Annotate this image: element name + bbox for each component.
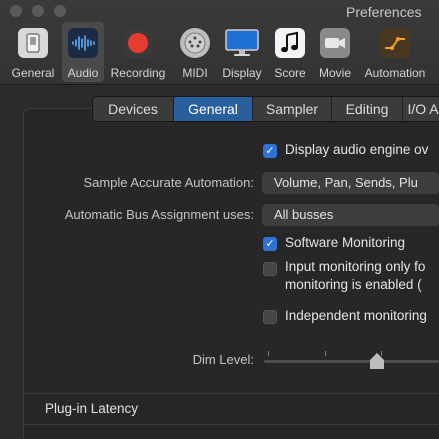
independent-monitoring-checkbox[interactable]: [263, 310, 277, 324]
dim-level-slider-knob[interactable]: [370, 353, 384, 369]
record-icon: [123, 28, 153, 58]
toolbar-item-audio[interactable]: Audio: [62, 22, 104, 82]
tab-io-assignments[interactable]: I/O A: [403, 97, 439, 121]
input-monitoring-label-line2: monitoring is enabled (: [285, 277, 422, 292]
display-audio-engine-checkbox[interactable]: ✓: [263, 144, 277, 158]
tab-bar: Devices General Sampler Editing I/O A: [92, 96, 439, 122]
toolbar-item-automation[interactable]: Automation: [360, 22, 430, 82]
monitor-icon: [225, 28, 259, 58]
software-monitoring-label: Software Monitoring: [285, 235, 406, 250]
dim-level-label: Dim Level:: [192, 352, 254, 367]
waveform-icon: [68, 28, 98, 58]
slider-tick: [325, 351, 326, 356]
tab-general[interactable]: General: [174, 97, 253, 121]
toolbar: Preferences General Audio Recording MIDI…: [0, 0, 439, 85]
dim-level-slider[interactable]: [264, 360, 439, 363]
toolbar-item-score[interactable]: Score: [270, 22, 310, 82]
tab-devices[interactable]: Devices: [93, 97, 174, 121]
toolbar-item-recording[interactable]: Recording: [106, 22, 170, 82]
toolbar-item-display[interactable]: Display: [218, 22, 266, 82]
tab-sampler[interactable]: Sampler: [253, 97, 332, 121]
section-divider: [23, 393, 439, 394]
plugin-latency-title: Plug-in Latency: [45, 401, 139, 416]
independent-monitoring-label: Independent monitoring: [285, 308, 427, 323]
input-monitoring-label-line1: Input monitoring only fo: [285, 259, 426, 274]
software-monitoring-checkbox[interactable]: ✓: [263, 237, 277, 251]
auto-bus-assignment-label: Automatic Bus Assignment uses:: [64, 207, 254, 222]
tab-editing[interactable]: Editing: [332, 97, 403, 121]
close-window-button[interactable]: [10, 5, 22, 17]
section-divider: [23, 424, 439, 425]
input-monitoring-checkbox[interactable]: [263, 262, 277, 276]
window-title: Preferences: [346, 4, 422, 20]
switch-icon: [18, 28, 48, 58]
display-audio-engine-label: Display audio engine ov: [285, 142, 429, 157]
toolbar-item-midi[interactable]: MIDI: [176, 22, 214, 82]
midi-port-icon: [180, 28, 210, 58]
camera-icon: [320, 28, 350, 58]
toolbar-item-movie[interactable]: Movie: [314, 22, 356, 82]
music-note-icon: [275, 28, 305, 58]
automation-curve-icon: [380, 28, 410, 58]
toolbar-item-general[interactable]: General: [6, 22, 60, 82]
sample-accurate-automation-popup[interactable]: Volume, Pan, Sends, Plu: [262, 172, 439, 194]
slider-tick: [268, 351, 269, 356]
sample-accurate-automation-label: Sample Accurate Automation:: [83, 175, 254, 190]
zoom-window-button[interactable]: [54, 5, 66, 17]
auto-bus-assignment-popup[interactable]: All busses: [262, 204, 439, 226]
minimize-window-button[interactable]: [32, 5, 44, 17]
preferences-window: Preferences General Audio Recording MIDI…: [0, 0, 439, 439]
